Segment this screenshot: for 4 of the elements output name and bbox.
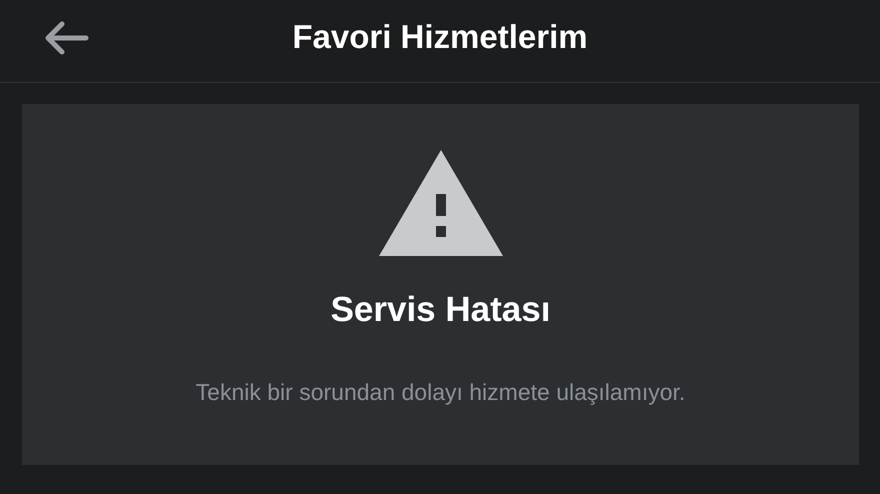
error-title: Servis Hatası (330, 290, 550, 330)
page-title: Favori Hizmetlerim (292, 18, 588, 56)
warning-icon (378, 150, 502, 256)
error-message: Teknik bir sorundan dolayı hizmete ulaşılamıyor. (196, 379, 686, 406)
